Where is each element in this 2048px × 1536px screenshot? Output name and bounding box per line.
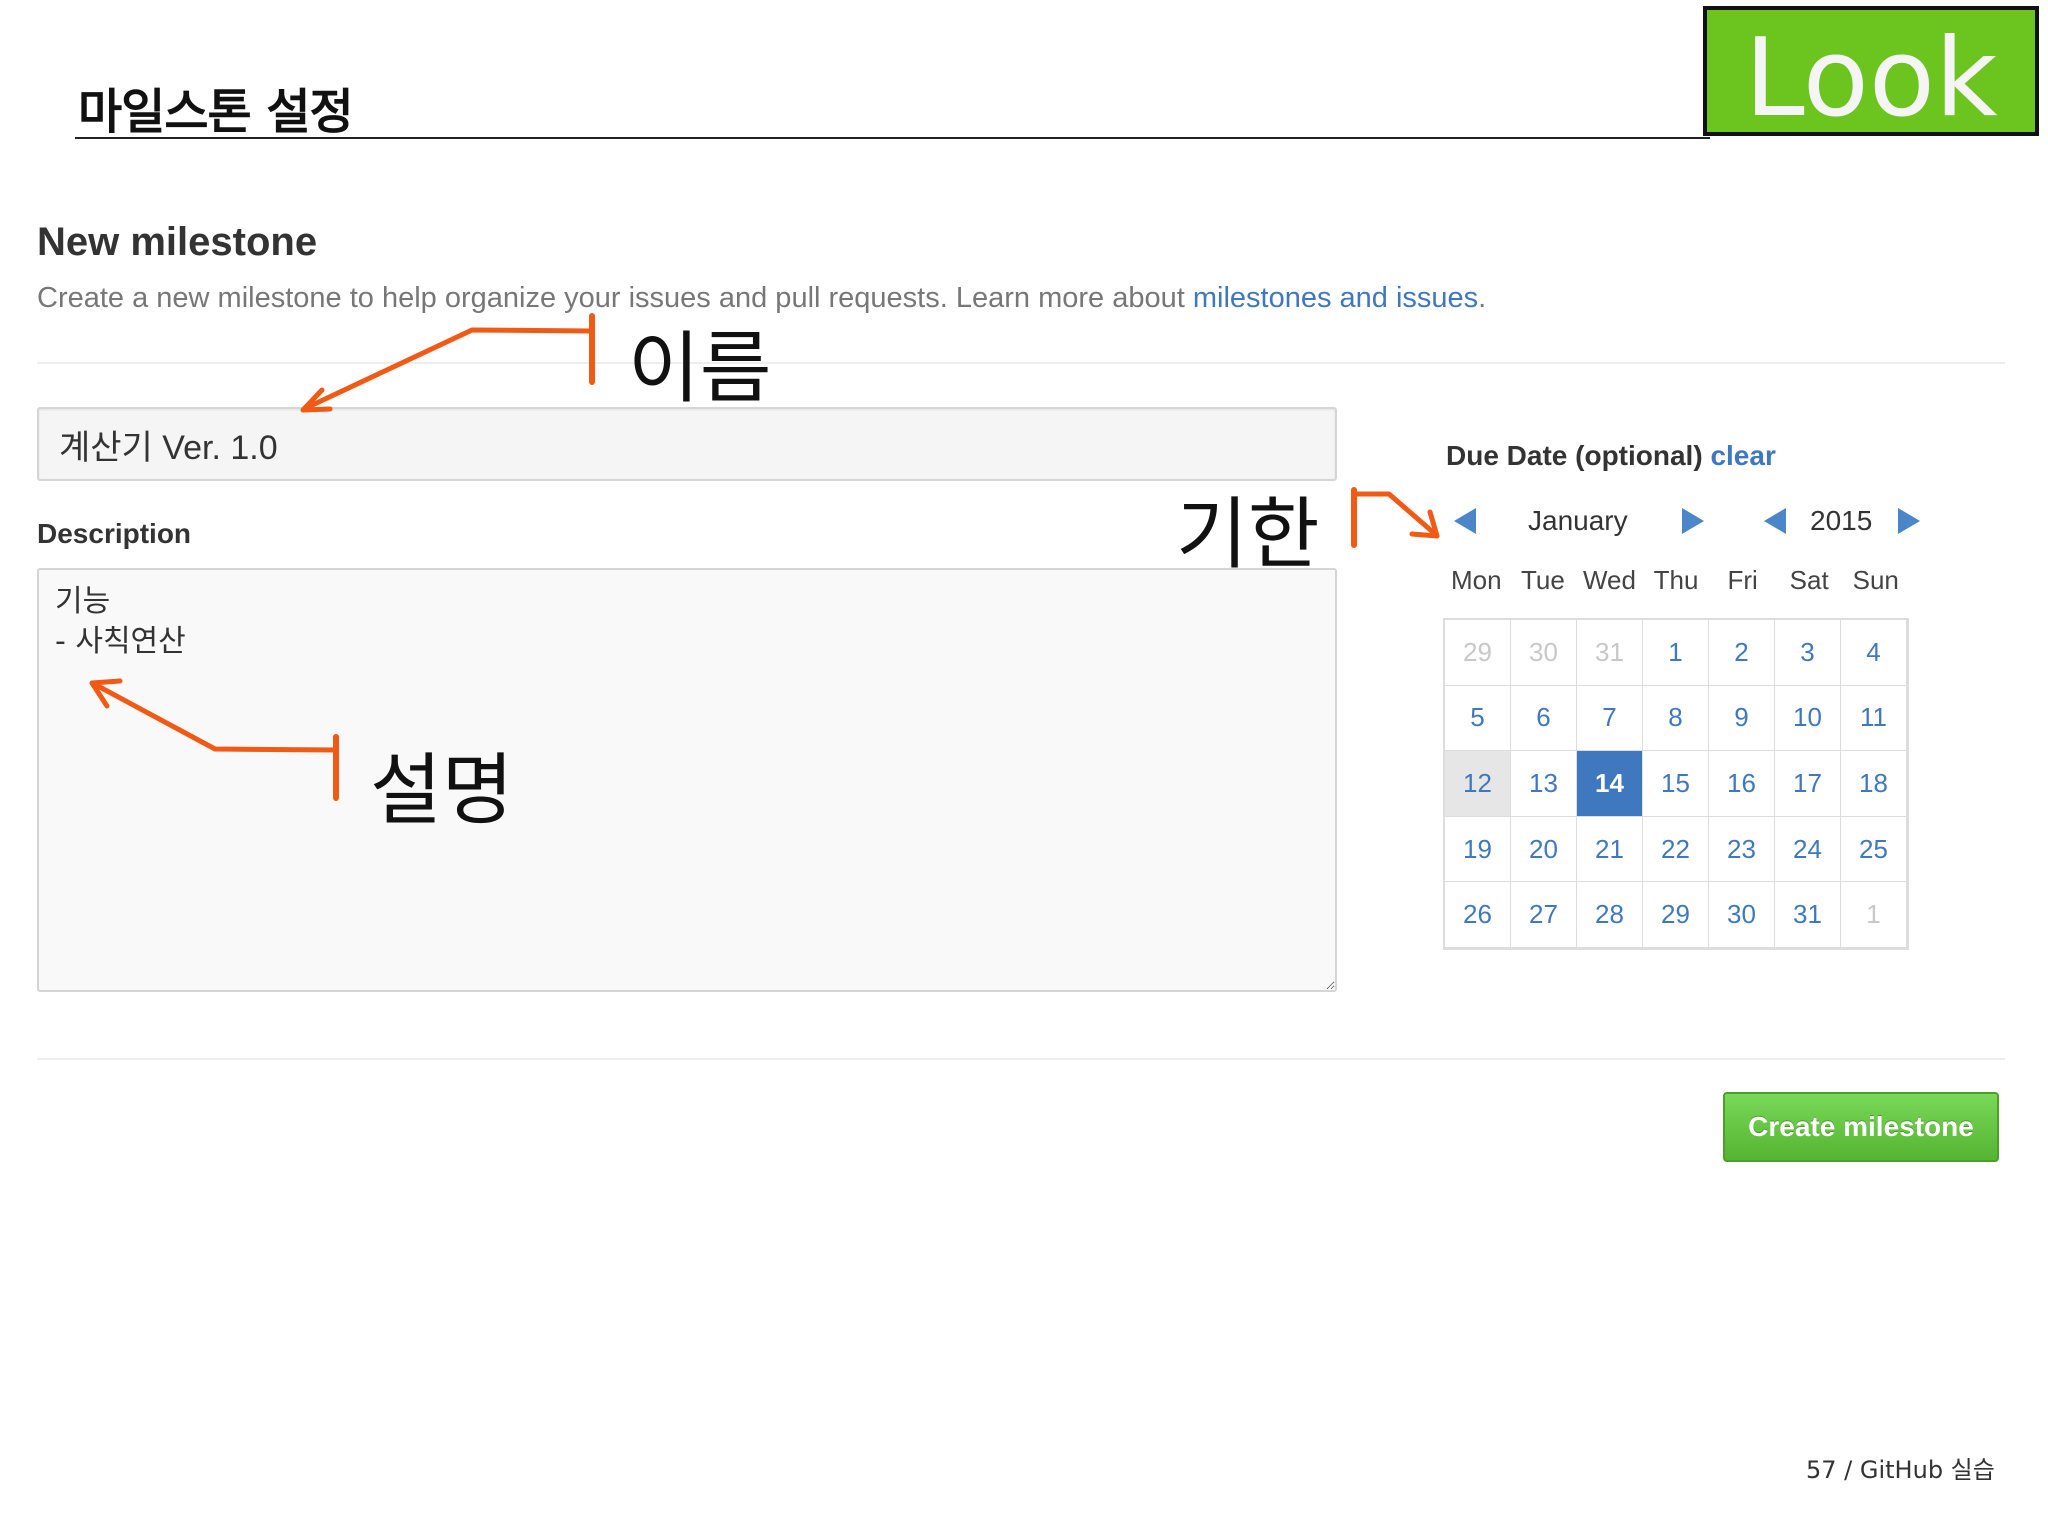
calendar-day[interactable]: 29 [1445,620,1511,686]
calendar-day[interactable]: 27 [1511,882,1577,948]
calendar-day[interactable]: 24 [1775,816,1841,883]
calendar-day[interactable]: 31 [1577,620,1643,686]
calendar-day-selected[interactable]: 14 [1577,751,1643,817]
due-date-label-text: Due Date (optional) [1446,440,1703,471]
next-year-icon[interactable] [1898,508,1920,534]
calendar-day[interactable]: 7 [1577,685,1643,752]
due-annotation-arrow [1351,487,1440,548]
calendar-day[interactable]: 23 [1709,816,1775,883]
calendar-weekdays: Mon Tue Wed Thu Fri Sat Sun [1443,565,1909,596]
calendar-day[interactable]: 11 [1841,685,1907,752]
calendar-day-today[interactable]: 12 [1445,751,1511,817]
calendar-day[interactable]: 26 [1445,882,1511,948]
calendar-day[interactable]: 6 [1511,685,1577,752]
calendar-day[interactable]: 30 [1709,882,1775,948]
weekday-mon: Mon [1451,565,1502,595]
calendar-day[interactable]: 5 [1445,685,1511,752]
clear-date-link[interactable]: clear [1710,440,1775,471]
calendar-day[interactable]: 15 [1643,751,1709,817]
calendar-month: January [1528,505,1628,536]
calendar-day[interactable]: 30 [1511,620,1577,686]
milestones-issues-link[interactable]: milestones and issues [1193,282,1478,314]
calendar-day[interactable]: 13 [1511,751,1577,817]
calendar-day[interactable]: 28 [1577,882,1643,948]
weekday-tue: Tue [1520,565,1565,595]
due-annotation-label: 기한 [1176,490,1320,580]
calendar-year: 2015 [1810,505,1873,536]
calendar-day[interactable]: 19 [1445,816,1511,883]
description-annotation-label: 설명 [370,746,514,836]
section-divider-top [37,362,2005,364]
calendar-day[interactable]: 1 [1841,882,1907,948]
calendar-day[interactable]: 21 [1577,816,1643,883]
prev-month-icon[interactable] [1454,508,1476,534]
weekday-sun: Sun [1852,565,1899,595]
calendar-grid: 29 30 31 1 2 3 4 5 6 7 8 9 10 11 12 13 1… [1443,618,1909,950]
slide-title: 마일스톤 설정 [78,84,354,140]
name-annotation-label: 이름 [628,324,772,414]
description-textarea[interactable] [37,568,1337,992]
calendar-day[interactable]: 8 [1643,685,1709,752]
create-milestone-button[interactable]: Create milestone [1723,1092,1999,1162]
calendar-day[interactable]: 17 [1775,751,1841,817]
calendar-day[interactable]: 22 [1643,816,1709,883]
weekday-sat: Sat [1789,565,1829,595]
weekday-wed: Wed [1582,565,1636,595]
due-date-label: Due Date (optional) clear [1446,440,1776,472]
calendar-day[interactable]: 3 [1775,620,1841,686]
title-divider [75,137,1710,139]
calendar-day[interactable]: 2 [1709,620,1775,686]
calendar-day[interactable]: 1 [1643,620,1709,686]
slide-footer: 57 / GitHub 실습 [1806,1456,1995,1484]
calendar-day[interactable]: 31 [1775,882,1841,948]
calendar-day[interactable]: 4 [1841,620,1907,686]
section-divider-bottom [37,1058,2005,1060]
calendar-day[interactable]: 29 [1643,882,1709,948]
prev-year-icon[interactable] [1764,508,1786,534]
milestone-title-input[interactable] [37,407,1337,481]
next-month-icon[interactable] [1682,508,1704,534]
weekday-thu: Thu [1653,565,1699,595]
look-badge-text: Look [1744,16,1998,141]
subtitle-end: . [1478,282,1487,314]
subtitle-text: Create a new milestone to help organize … [37,282,1193,314]
description-label: Description [37,518,192,549]
weekday-fri: Fri [1727,565,1758,595]
calendar-day[interactable]: 10 [1775,685,1841,752]
calendar-day[interactable]: 9 [1709,685,1775,752]
calendar-day[interactable]: 18 [1841,751,1907,817]
calendar-day[interactable]: 16 [1709,751,1775,817]
form-heading: New milestone [37,220,318,264]
calendar-day[interactable]: 20 [1511,816,1577,883]
calendar-day[interactable]: 25 [1841,816,1907,883]
look-badge: Look [1703,6,2039,141]
